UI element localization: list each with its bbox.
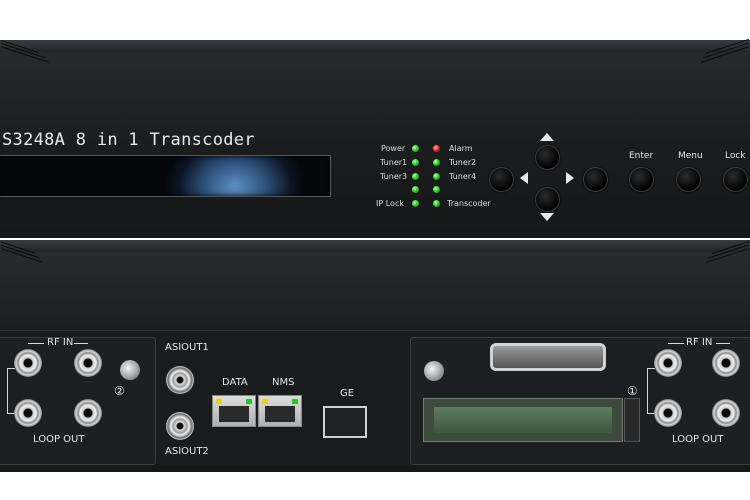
thumb-screw-left[interactable] — [120, 360, 140, 380]
ip-lock-led — [412, 200, 419, 207]
indicator-label-alarm: Alarm — [449, 144, 473, 153]
tuner3-led — [412, 173, 419, 180]
right-button[interactable] — [583, 167, 608, 192]
tuner4-led — [433, 173, 440, 180]
asi-out1-connector[interactable] — [166, 366, 194, 394]
unlabeled-led-right — [433, 186, 440, 193]
rf-bracket-right-2 — [716, 343, 730, 344]
slot-number-left: ② — [114, 384, 125, 398]
rf-bracket-left — [28, 343, 44, 344]
card-latch[interactable] — [624, 398, 640, 442]
nms-port-label: NMS — [272, 377, 295, 388]
power-led — [412, 145, 419, 152]
indicator-label-power: Power — [381, 144, 406, 153]
loop-out-label-left: LOOP OUT — [33, 434, 85, 445]
indicator-label-tuner3: Tuner3 — [380, 172, 408, 181]
nms-ethernet-port[interactable] — [258, 395, 302, 427]
thumb-screw-right[interactable] — [424, 361, 444, 381]
loop-out-connector-1[interactable] — [14, 399, 42, 427]
front-vent-left — [0, 39, 55, 63]
indicator-label-tuner1: Tuner1 — [380, 158, 408, 167]
up-button[interactable] — [535, 145, 560, 170]
lock-key-label: Lock — [725, 151, 746, 161]
data-port-label: DATA — [222, 377, 248, 388]
loop-bracket-right-2 — [647, 368, 655, 369]
down-button[interactable] — [535, 187, 560, 212]
rf-in-connector-3[interactable] — [654, 349, 682, 377]
slot-number-right: ① — [627, 384, 638, 398]
rear-vent-left — [0, 241, 45, 263]
data-ethernet-port[interactable] — [212, 395, 256, 427]
arrow-down-icon — [540, 213, 554, 221]
rf-in-connector-4[interactable] — [712, 349, 740, 377]
transcoder-led — [433, 200, 440, 207]
model-title: S3248A 8 in 1 Transcoder — [2, 130, 255, 150]
menu-button[interactable] — [676, 167, 701, 192]
unlabeled-led-left — [412, 186, 419, 193]
pcb-card-slot — [423, 398, 623, 442]
asi-out1-label: ASIOUT1 — [165, 342, 209, 353]
asi-out2-label: ASIOUT2 — [165, 446, 209, 457]
loop-out-connector-4[interactable] — [712, 399, 740, 427]
menu-key-label: Menu — [678, 151, 703, 161]
rf-in-label-left: RF IN — [47, 337, 74, 348]
arrow-up-icon — [540, 133, 554, 141]
indicator-label-transcoder: Transcoder — [447, 199, 491, 208]
front-vent-right — [700, 38, 750, 63]
rf-in-connector-2[interactable] — [74, 349, 102, 377]
indicator-label-tuner2: Tuner2 — [449, 158, 477, 167]
module-handle[interactable] — [490, 343, 606, 371]
indicator-label-ip-lock: IP Lock — [376, 199, 404, 208]
pcb-board — [434, 407, 612, 433]
left-button[interactable] — [489, 167, 514, 192]
ge-port-label: GE — [340, 388, 355, 399]
ge-sfp-port[interactable] — [323, 406, 367, 438]
lcd-display — [0, 155, 331, 197]
loop-out-connector-3[interactable] — [654, 399, 682, 427]
tuner2-led — [433, 159, 440, 166]
front-top-cover — [0, 40, 750, 52]
enter-key-label: Enter — [629, 151, 654, 161]
loop-bracket-left — [7, 368, 8, 414]
rf-in-connector-1[interactable] — [14, 349, 42, 377]
arrow-right-icon — [566, 172, 574, 184]
loop-out-connector-2[interactable] — [74, 399, 102, 427]
rear-top-cover — [0, 240, 750, 252]
tuner1-led — [412, 159, 419, 166]
loop-bracket-right — [647, 368, 648, 414]
lock-button[interactable] — [723, 167, 748, 192]
asi-out2-connector[interactable] — [166, 412, 194, 440]
loop-out-label-right: LOOP OUT — [672, 434, 724, 445]
indicator-label-tuner4: Tuner4 — [449, 172, 477, 181]
rear-vent-right — [705, 240, 750, 263]
rf-bracket-right — [668, 343, 684, 344]
loop-bracket-left-2 — [7, 368, 15, 369]
rf-bracket-left-2 — [74, 343, 88, 344]
arrow-left-icon — [520, 172, 528, 184]
alarm-led — [433, 145, 440, 152]
rf-in-label-right: RF IN — [686, 337, 713, 348]
enter-button[interactable] — [629, 167, 654, 192]
